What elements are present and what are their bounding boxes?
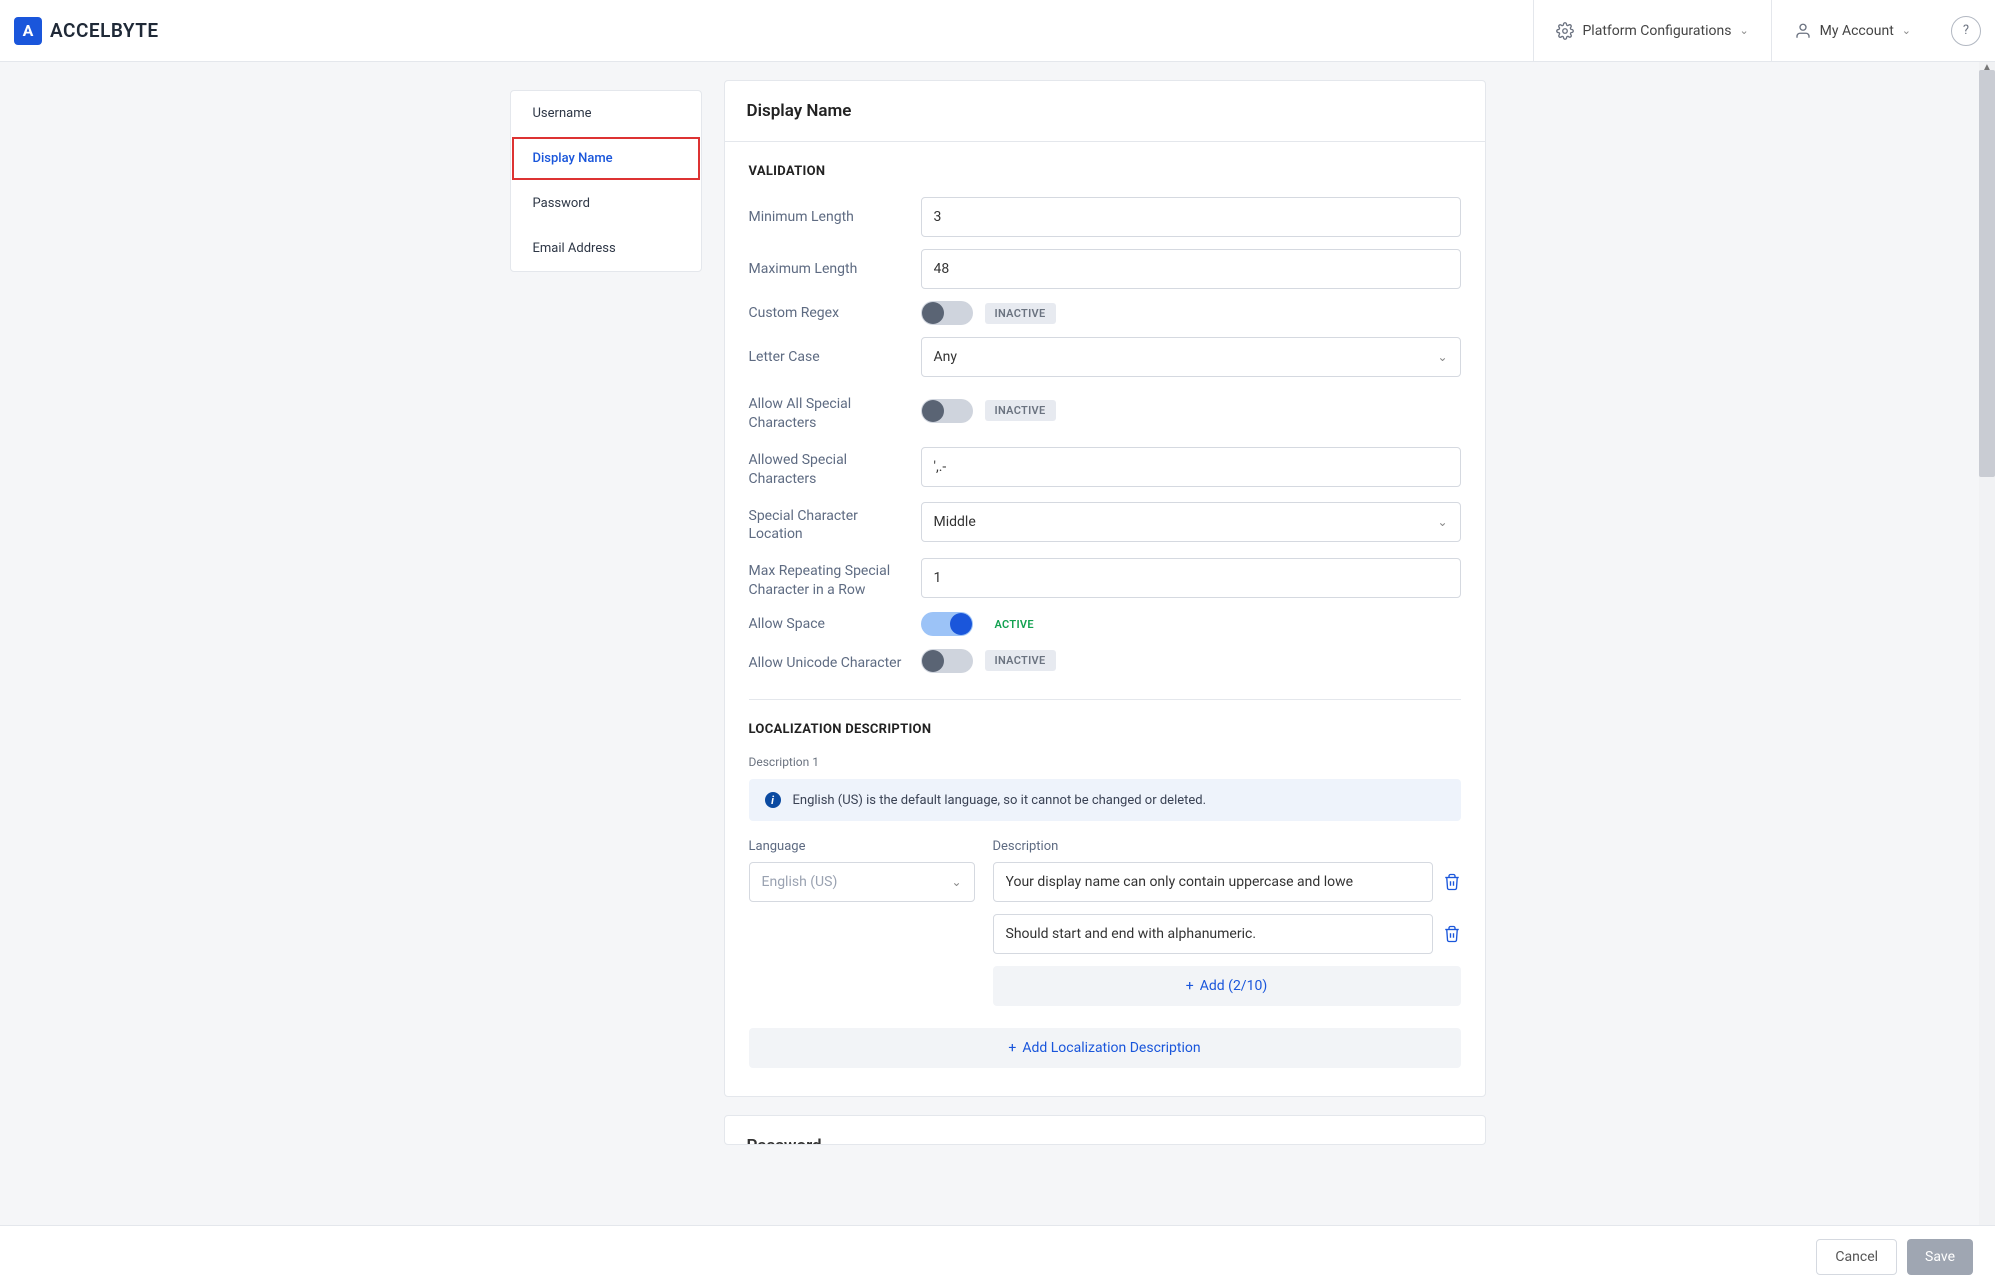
max-length-label: Maximum Length bbox=[749, 260, 921, 279]
info-text: English (US) is the default language, so… bbox=[793, 793, 1207, 808]
scrollbar[interactable]: ▲ bbox=[1979, 62, 1995, 1225]
my-account-label: My Account bbox=[1820, 23, 1894, 39]
info-box: i English (US) is the default language, … bbox=[749, 779, 1461, 821]
language-select[interactable]: English (US) ⌄ bbox=[749, 862, 975, 902]
next-card: Password bbox=[724, 1115, 1486, 1145]
validation-section-label: VALIDATION bbox=[749, 164, 1461, 179]
allow-special-label: Allow All Special Characters bbox=[749, 389, 921, 433]
language-col-head: Language bbox=[749, 839, 975, 854]
description-row-1 bbox=[993, 862, 1461, 902]
add-description-button[interactable]: + Add (2/10) bbox=[993, 966, 1461, 1006]
plus-icon: + bbox=[1008, 1040, 1016, 1056]
description-row-2 bbox=[993, 914, 1461, 954]
special-loc-label: Special Character Location bbox=[749, 501, 921, 545]
chevron-down-icon: ⌄ bbox=[1902, 24, 1911, 37]
info-icon: i bbox=[765, 792, 781, 808]
chevron-down-icon: ⌄ bbox=[1437, 515, 1447, 529]
plus-icon: + bbox=[1186, 978, 1194, 994]
logo-mark-icon: A bbox=[14, 17, 42, 45]
allow-special-toggle[interactable] bbox=[921, 399, 973, 423]
max-repeat-input[interactable] bbox=[921, 558, 1461, 598]
logo: A ACCELBYTE bbox=[14, 17, 159, 45]
max-length-input[interactable] bbox=[921, 249, 1461, 289]
custom-regex-toggle[interactable] bbox=[921, 301, 973, 325]
sidebar-item-email[interactable]: Email Address bbox=[511, 226, 701, 271]
letter-case-label: Letter Case bbox=[749, 348, 921, 367]
gear-icon bbox=[1556, 22, 1574, 40]
footer: Cancel Save bbox=[0, 1225, 1995, 1287]
allow-unicode-toggle[interactable] bbox=[921, 649, 973, 673]
min-length-label: Minimum Length bbox=[749, 208, 921, 227]
chevron-down-icon: ⌄ bbox=[1739, 24, 1748, 37]
letter-case-select[interactable]: Any ⌄ bbox=[921, 337, 1461, 377]
topbar: A ACCELBYTE Platform Configurations ⌄ My… bbox=[0, 0, 1995, 62]
next-card-title: Password bbox=[725, 1116, 1485, 1145]
allow-unicode-label: Allow Unicode Character bbox=[749, 648, 921, 673]
allow-space-label: Allow Space bbox=[749, 615, 921, 634]
description-input-1[interactable] bbox=[993, 862, 1433, 902]
user-icon bbox=[1794, 22, 1812, 40]
allowed-special-label: Allowed Special Characters bbox=[749, 445, 921, 489]
max-repeat-label: Max Repeating Special Character in a Row bbox=[749, 556, 921, 600]
card-title: Display Name bbox=[725, 81, 1485, 142]
custom-regex-badge: INACTIVE bbox=[985, 303, 1056, 324]
allow-space-toggle[interactable] bbox=[921, 612, 973, 636]
add-description-label: Add (2/10) bbox=[1200, 978, 1267, 994]
cancel-button[interactable]: Cancel bbox=[1816, 1239, 1897, 1275]
platform-config-menu[interactable]: Platform Configurations ⌄ bbox=[1533, 0, 1770, 61]
language-value: English (US) bbox=[762, 874, 838, 890]
side-tabs: Username Display Name Password Email Add… bbox=[510, 90, 702, 272]
topbar-right: Platform Configurations ⌄ My Account ⌄ ? bbox=[1533, 0, 1981, 61]
save-button[interactable]: Save bbox=[1907, 1239, 1973, 1275]
letter-case-value: Any bbox=[934, 349, 958, 365]
trash-icon[interactable] bbox=[1443, 925, 1461, 943]
add-localization-label: Add Localization Description bbox=[1022, 1040, 1200, 1056]
description-input-2[interactable] bbox=[993, 914, 1433, 954]
scroll-up-icon[interactable]: ▲ bbox=[1979, 62, 1995, 73]
sidebar-item-password[interactable]: Password bbox=[511, 181, 701, 226]
allow-special-badge: INACTIVE bbox=[985, 400, 1056, 421]
custom-regex-label: Custom Regex bbox=[749, 304, 921, 323]
logo-text: ACCELBYTE bbox=[50, 19, 159, 42]
allowed-special-input[interactable] bbox=[921, 447, 1461, 487]
main-card: Display Name VALIDATION Minimum Length M… bbox=[724, 80, 1486, 1097]
special-loc-select[interactable]: Middle ⌄ bbox=[921, 502, 1461, 542]
allow-space-badge: ACTIVE bbox=[985, 614, 1044, 635]
add-localization-button[interactable]: + Add Localization Description bbox=[749, 1028, 1461, 1068]
scrollbar-thumb[interactable] bbox=[1979, 70, 1995, 477]
sidebar-item-username[interactable]: Username bbox=[511, 91, 701, 136]
chevron-down-icon: ⌄ bbox=[951, 875, 961, 889]
my-account-menu[interactable]: My Account ⌄ bbox=[1771, 0, 1933, 61]
description-col-head: Description bbox=[993, 839, 1461, 854]
special-loc-value: Middle bbox=[934, 514, 976, 530]
localization-section-label: LOCALIZATION DESCRIPTION bbox=[749, 722, 1461, 737]
allow-unicode-badge: INACTIVE bbox=[985, 650, 1056, 671]
trash-icon[interactable] bbox=[1443, 873, 1461, 891]
help-button[interactable]: ? bbox=[1951, 16, 1981, 46]
platform-config-label: Platform Configurations bbox=[1582, 23, 1731, 39]
sidebar-item-display-name[interactable]: Display Name bbox=[511, 136, 701, 181]
chevron-down-icon: ⌄ bbox=[1437, 350, 1447, 364]
help-icon: ? bbox=[1963, 23, 1969, 38]
description-1-label: Description 1 bbox=[749, 755, 1461, 769]
min-length-input[interactable] bbox=[921, 197, 1461, 237]
